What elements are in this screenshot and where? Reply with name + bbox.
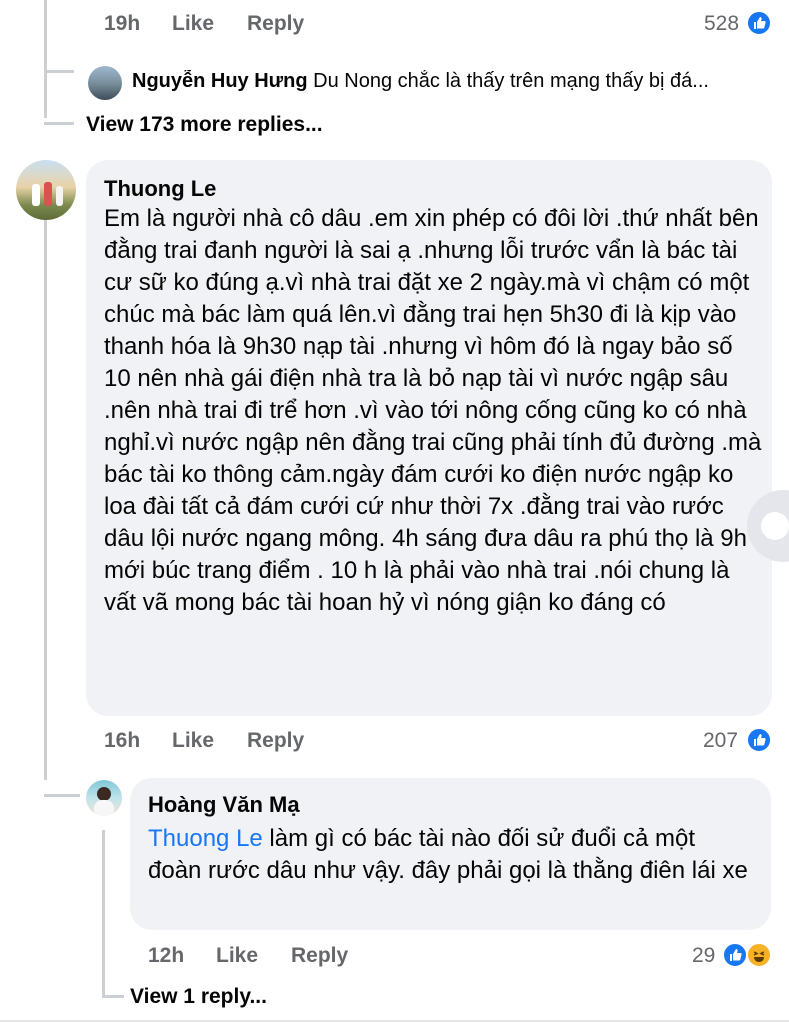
reply-preview[interactable]: Nguyễn Huy Hưng Du Nong chắc là thấy trê… xyxy=(132,70,772,93)
reply-preview-text: Du Nong chắc là thấy trên mạng thấy bị đ… xyxy=(313,70,709,92)
avatar-thuong-le[interactable] xyxy=(16,160,76,220)
comment-text: Em là người nhà cô dâu .em xin phép có đ… xyxy=(104,205,762,616)
like-button[interactable]: Like xyxy=(172,12,214,36)
reply-button[interactable]: Reply xyxy=(291,944,348,968)
thread-line-top xyxy=(44,0,47,118)
reaction-count[interactable]: 528 xyxy=(704,12,739,36)
thread-line-mid xyxy=(44,215,47,780)
like-button[interactable]: Like xyxy=(216,944,258,968)
reply-author[interactable]: Hoàng Văn Mạ xyxy=(148,792,300,818)
reaction-count[interactable]: 207 xyxy=(703,729,738,753)
haha-reaction-icon xyxy=(746,942,772,968)
thread-line-top-curve2 xyxy=(44,122,74,125)
reply-button[interactable]: Reply xyxy=(247,12,304,36)
reply-button[interactable]: Reply xyxy=(247,729,304,753)
like-button[interactable]: Like xyxy=(172,729,214,753)
comment-time[interactable]: 19h xyxy=(104,12,140,36)
thread-line-top-curve xyxy=(44,70,74,73)
mention-link[interactable]: Thuong Le xyxy=(148,825,263,852)
comment-author[interactable]: Thuong Le xyxy=(104,176,216,202)
reply-preview-author[interactable]: Nguyễn Huy Hưng xyxy=(132,70,308,92)
like-reaction-icon xyxy=(746,727,772,753)
reply-time[interactable]: 12h xyxy=(148,944,184,968)
view-more-replies-link[interactable]: View 173 more replies... xyxy=(86,113,323,137)
like-reaction-icon xyxy=(722,942,748,968)
avatar-nguyen[interactable] xyxy=(88,66,122,100)
like-reaction-icon xyxy=(746,10,772,36)
divider xyxy=(0,1020,789,1022)
avatar-hoang-van-ma[interactable] xyxy=(86,780,122,816)
reply-text-block: Thuong Le làm gì có bác tài nào đối sử đ… xyxy=(148,823,748,887)
scroll-handle-dot xyxy=(761,512,789,540)
thread-line-mid-curve xyxy=(44,794,80,797)
comment-time[interactable]: 16h xyxy=(104,729,140,753)
thread-line-bottom xyxy=(102,830,105,998)
view-reply-link[interactable]: View 1 reply... xyxy=(130,985,267,1009)
thread-line-bottom-curve xyxy=(102,995,124,998)
reaction-count[interactable]: 29 xyxy=(692,944,715,968)
